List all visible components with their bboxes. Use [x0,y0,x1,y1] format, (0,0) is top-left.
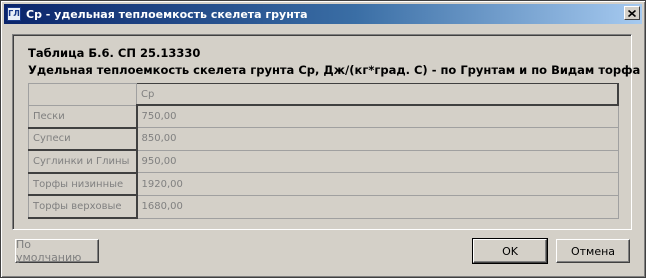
row-header[interactable]: Торфы верховые [28,194,138,219]
value-cell[interactable]: 1680,00 [136,194,619,219]
value-cell[interactable]: 750,00 [136,104,619,129]
table-description: Удельная теплоемкость скелета грунта Ср,… [28,63,641,77]
table-row: Пески 750,00 [28,104,619,129]
table-row: Торфы низинные 1920,00 [28,172,619,197]
close-icon [628,9,636,17]
close-button[interactable] [624,6,640,20]
window-title: Ср - удельная теплоемкость скелета грунт… [26,7,308,21]
table-caption: Таблица Б.6. СП 25.13330 [28,46,201,60]
dialog-window: ГЛ Ср - удельная теплоемкость скелета гр… [0,0,646,278]
cancel-button[interactable]: Отмена [556,239,630,263]
grid-corner [28,83,137,106]
table-row: Торфы верховые 1680,00 [28,194,619,219]
row-header[interactable]: Супеси [28,127,138,152]
value-cell[interactable]: 950,00 [136,149,619,174]
row-header[interactable]: Пески [28,104,138,129]
default-button[interactable]: По умолчанию [15,238,99,264]
row-header[interactable]: Суглинки и Глины [28,149,138,174]
table-row: Суглинки и Глины 950,00 [28,149,619,174]
data-grid: Ср Пески 750,00 Супеси 850,00 Суглинки и… [28,83,619,219]
ok-button[interactable]: OK [472,238,548,264]
value-cell[interactable]: 850,00 [136,127,619,151]
grid-header-row: Ср [28,83,619,107]
title-bar[interactable]: ГЛ Ср - удельная теплоемкость скелета гр… [4,4,642,24]
app-icon: ГЛ [7,7,21,21]
row-header[interactable]: Торфы низинные [28,172,138,197]
value-cell[interactable]: 1920,00 [136,172,619,196]
column-header-cp[interactable]: Ср [136,83,619,107]
table-row: Супеси 850,00 [28,127,619,152]
